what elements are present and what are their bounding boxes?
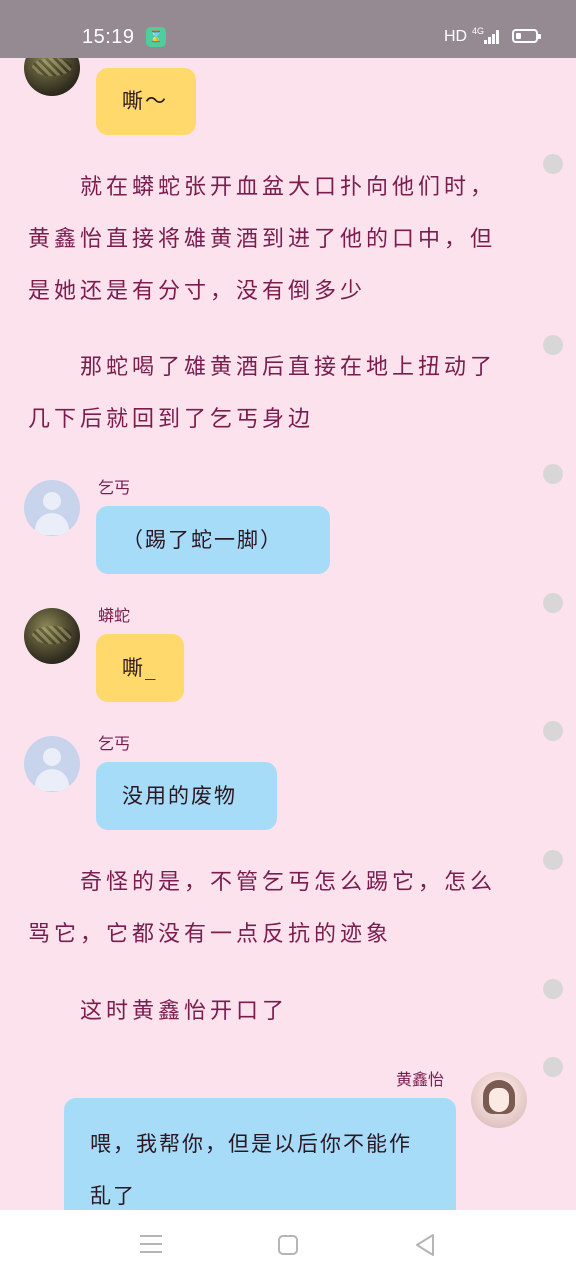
- sender-name: 乞丐: [98, 734, 131, 753]
- status-bar: 15:19 ⌛ HD 4G: [0, 0, 576, 58]
- narration-paragraph: 奇怪的是，不管乞丐怎么踢它，怎么骂它，它都没有一点反抗的迹象: [28, 870, 497, 947]
- comment-dot[interactable]: [543, 850, 563, 870]
- notification-app-icon: ⌛: [146, 27, 166, 47]
- message-bubble-snake[interactable]: 嘶_: [96, 634, 184, 702]
- avatar-beggar[interactable]: [24, 480, 80, 536]
- back-icon[interactable]: [414, 1233, 436, 1257]
- comment-dot[interactable]: [543, 335, 563, 355]
- comment-dot[interactable]: [543, 154, 563, 174]
- narration-paragraph: 就在蟒蛇张开血盆大口扑向他们时，黄鑫怡直接将雄黄酒到进了他的口中，但是她还是有分…: [28, 175, 497, 304]
- navigation-bar: [0, 1210, 576, 1280]
- narration-paragraph: 那蛇喝了雄黄酒后直接在地上扭动了几下后就回到了乞丐身边: [28, 355, 497, 432]
- comment-dot[interactable]: [543, 593, 563, 613]
- comment-dot[interactable]: [543, 979, 563, 999]
- sender-name: 乞丐: [98, 478, 131, 497]
- comment-dot[interactable]: [543, 1057, 563, 1077]
- avatar-snake[interactable]: [24, 58, 80, 96]
- sender-name: 黄鑫怡: [396, 1070, 445, 1089]
- battery-icon: [512, 29, 541, 43]
- comment-dot[interactable]: [543, 464, 563, 484]
- signal-icon: [484, 30, 500, 44]
- sender-name: 蟒蛇: [98, 606, 131, 625]
- message-bubble-huang-xinyi[interactable]: 喂，我帮你，但是以后你不能作乱了: [64, 1098, 456, 1210]
- message-bubble-beggar[interactable]: （踢了蛇一脚）: [96, 506, 330, 574]
- comment-dot[interactable]: [543, 721, 563, 741]
- chat-story-content[interactable]: 嘶～ 就在蟒蛇张开血盆大口扑向他们时，黄鑫怡直接将雄黄酒到进了他的口中，但是她还…: [0, 58, 576, 1210]
- narration-paragraph: 这时黄鑫怡开口了: [80, 999, 289, 1024]
- home-icon[interactable]: [278, 1235, 298, 1255]
- hd-indicator: HD: [444, 28, 468, 45]
- network-type: 4G: [472, 26, 485, 36]
- message-bubble-snake-top[interactable]: 嘶～: [96, 68, 196, 135]
- avatar-huang-xinyi[interactable]: [471, 1072, 527, 1128]
- message-bubble-beggar[interactable]: 没用的废物: [96, 762, 277, 830]
- status-time: 15:19: [82, 26, 135, 48]
- avatar-beggar[interactable]: [24, 736, 80, 792]
- menu-icon[interactable]: [140, 1235, 162, 1253]
- avatar-snake[interactable]: [24, 608, 80, 664]
